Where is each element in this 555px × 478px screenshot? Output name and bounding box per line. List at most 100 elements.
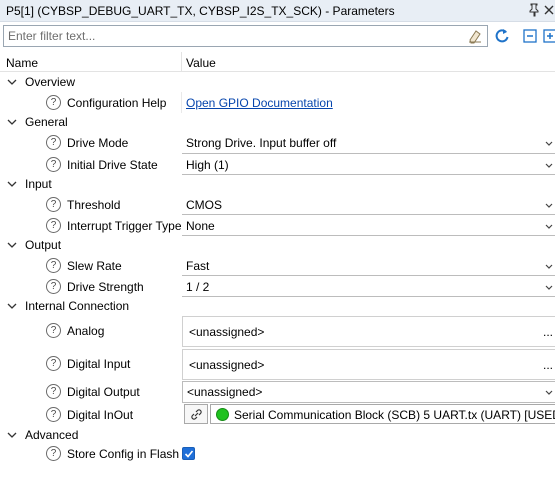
chevron-down-icon [545,141,553,146]
param-label: Threshold [67,198,121,212]
assignment-value: <unassigned> [189,325,265,339]
analog-assignment-field[interactable]: <unassigned> ... [182,316,555,347]
help-icon[interactable]: ? [46,446,61,461]
help-icon[interactable]: ? [46,384,61,399]
group-label: Internal Connection [25,299,130,313]
store-config-checkbox[interactable] [182,447,195,460]
group-label: General [25,115,68,129]
pin-icon[interactable] [528,3,540,20]
gpio-documentation-link[interactable]: Open GPIO Documentation [186,96,333,110]
chevron-down-icon[interactable] [6,300,18,312]
param-label: Drive Mode [67,136,129,150]
help-icon[interactable]: ? [46,218,61,233]
close-icon[interactable] [544,3,554,20]
group-label: Output [25,238,62,252]
group-input[interactable]: Input [0,175,555,194]
column-name[interactable]: Name [6,56,38,70]
select-value: 1 / 2 [186,280,210,294]
chevron-down-icon [545,163,553,168]
window-title: P5[1] (CYBSP_DEBUG_UART_TX, CYBSP_I2S_TX… [6,4,395,18]
digital-input-assignment-field[interactable]: <unassigned> ... [182,349,555,380]
chain-link-icon [191,409,202,420]
interrupt-trigger-type-select[interactable]: None [182,215,555,236]
link-button[interactable] [184,404,208,424]
help-icon[interactable]: ? [46,197,61,212]
refresh-icon[interactable] [493,27,511,45]
select-value: None [186,219,215,233]
checkmark-icon [184,450,194,458]
param-label: Slew Rate [67,259,122,273]
param-label: Drive Strength [67,280,144,294]
group-general[interactable]: General [0,113,555,132]
param-drive-strength: ? Drive Strength 1 / 2 [0,276,555,297]
select-value: High (1) [186,158,229,172]
filter-bar [0,23,555,49]
chevron-down-icon [545,264,553,269]
column-value[interactable]: Value [186,56,216,70]
eraser-icon[interactable] [467,28,483,44]
select-value: Strong Drive. Input buffer off [186,136,337,150]
param-digital-output: ? Digital Output <unassigned> [0,381,555,403]
chevron-down-icon [545,203,553,208]
help-icon[interactable]: ? [46,258,61,273]
param-label: Initial Drive State [67,158,158,172]
param-slew-rate: ? Slew Rate Fast [0,255,555,276]
select-value: CMOS [186,198,222,212]
param-digital-inout: ? Digital InOut Serial Communication Blo… [0,403,555,426]
browse-button[interactable]: ... [543,325,553,339]
browse-button[interactable]: ... [543,358,553,372]
help-icon[interactable]: ? [46,279,61,294]
filter-input[interactable] [8,28,463,44]
param-label: Digital InOut [67,408,134,422]
chevron-down-icon [545,285,553,290]
filter-field[interactable] [3,25,488,47]
param-digital-input: ? Digital Input <unassigned> ... [0,348,555,381]
drive-strength-select[interactable]: 1 / 2 [182,276,555,297]
param-label: Configuration Help [67,96,167,110]
param-label: Analog [67,324,105,338]
initial-drive-state-select[interactable]: High (1) [182,154,555,175]
group-overview[interactable]: Overview [0,73,555,92]
help-icon[interactable]: ? [46,157,61,172]
help-icon[interactable]: ? [46,135,61,150]
status-dot-icon [216,408,229,421]
param-threshold: ? Threshold CMOS [0,194,555,215]
chevron-down-icon [545,224,553,229]
param-label: Interrupt Trigger Type [67,219,182,233]
help-icon[interactable]: ? [46,323,61,338]
column-header: Name Value [0,52,555,72]
group-advanced[interactable]: Advanced [0,426,555,444]
chevron-down-icon[interactable] [6,429,18,441]
param-analog: ? Analog <unassigned> ... [0,315,555,348]
assignment-value: <unassigned> [189,358,265,372]
assignment-value: Serial Communication Block (SCB) 5 UART.… [234,408,555,422]
help-icon[interactable]: ? [46,356,61,371]
select-value: Fast [186,259,210,273]
chevron-down-icon[interactable] [6,76,18,88]
digital-output-select[interactable]: <unassigned> [182,381,555,403]
group-internal-connection[interactable]: Internal Connection [0,297,555,315]
drive-mode-select[interactable]: Strong Drive. Input buffer off [182,132,555,154]
help-icon[interactable]: ? [46,95,61,110]
chevron-down-icon[interactable] [6,116,18,128]
column-divider[interactable] [181,52,182,72]
expand-all-icon[interactable] [541,27,555,45]
slew-rate-select[interactable]: Fast [182,255,555,276]
collapse-all-icon[interactable] [521,27,539,45]
param-drive-mode: ? Drive Mode Strong Drive. Input buffer … [0,132,555,154]
param-interrupt-trigger-type: ? Interrupt Trigger Type None [0,215,555,236]
param-label: Digital Output [67,385,140,399]
chevron-down-icon[interactable] [6,239,18,251]
group-label: Input [25,177,52,191]
param-initial-drive-state: ? Initial Drive State High (1) [0,154,555,175]
help-icon[interactable]: ? [46,407,61,422]
column-separator [181,92,182,113]
select-value: <unassigned> [187,385,263,399]
digital-inout-assignment[interactable]: Serial Communication Block (SCB) 5 UART.… [210,404,555,424]
threshold-select[interactable]: CMOS [182,194,555,215]
param-configuration-help: ? Configuration Help Open GPIO Documenta… [0,92,555,113]
chevron-down-icon[interactable] [6,178,18,190]
chevron-down-icon [545,390,553,395]
group-output[interactable]: Output [0,236,555,255]
param-store-config-in-flash: ? Store Config in Flash [0,444,555,464]
